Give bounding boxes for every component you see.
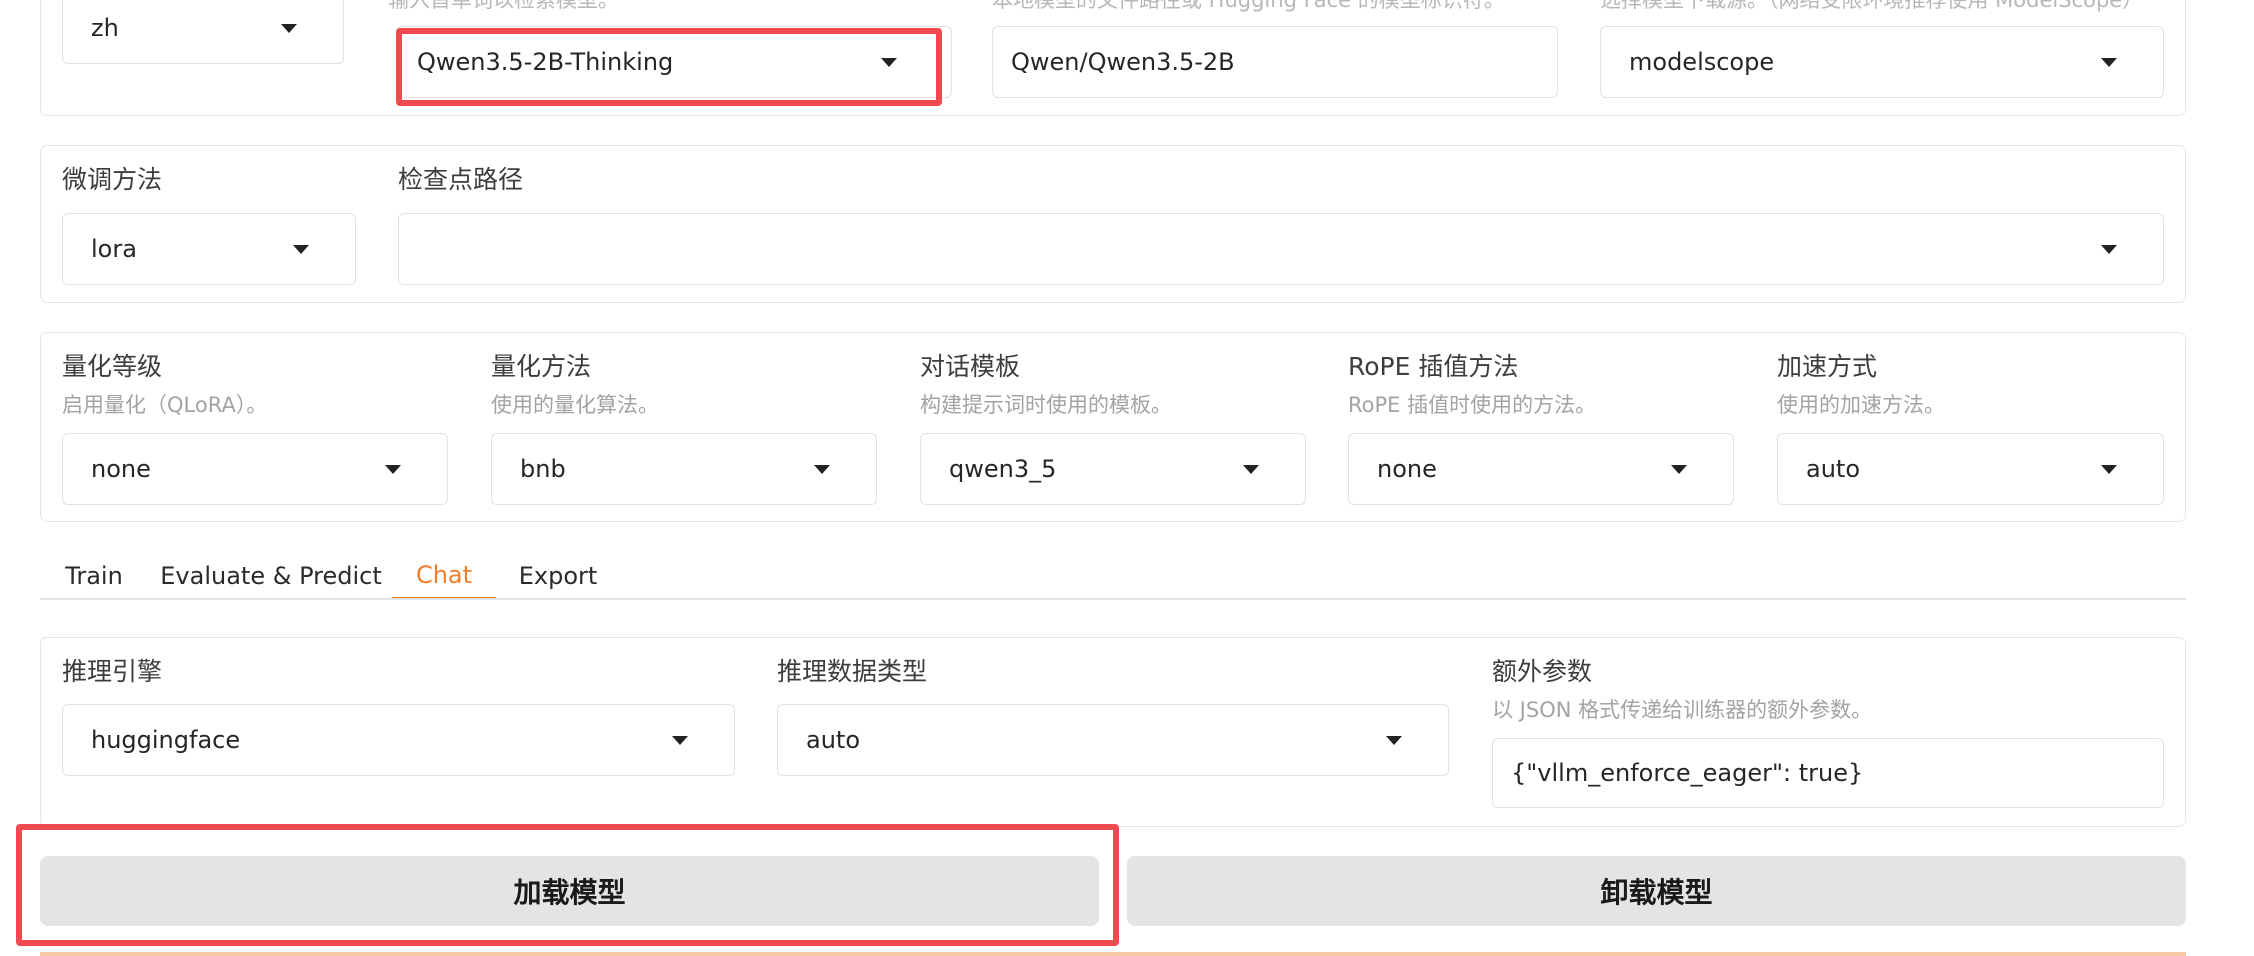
tab-export[interactable]: Export <box>514 552 602 600</box>
infer-backend-label: 推理引擎 <box>62 657 163 686</box>
template-label: 对话模板 <box>920 352 1021 381</box>
chevron-down-icon <box>2101 465 2117 474</box>
hub-info: 选择模型下载源。（网络受限环境推荐使用 ModelScope） <box>1600 0 2144 12</box>
unload-model-button[interactable]: 卸载模型 <box>1127 856 2186 926</box>
chevron-down-icon <box>293 245 309 254</box>
language-select[interactable]: zh <box>62 0 344 64</box>
rope-scaling-info: RoPE 插值时使用的方法。 <box>1348 393 1597 417</box>
rope-scaling-label: RoPE 插值方法 <box>1348 352 1519 381</box>
model-path-input[interactable]: Qwen/Qwen3.5-2B <box>992 26 1558 98</box>
rope-scaling-select[interactable]: none <box>1348 433 1734 505</box>
booster-select[interactable]: auto <box>1777 433 2164 505</box>
infer-dtype-select[interactable]: auto <box>777 704 1449 776</box>
finetune-method-value: lora <box>91 235 137 263</box>
model-name-info: 输入首单词以检索模型。 <box>388 0 619 12</box>
load-model-button[interactable]: 加载模型 <box>40 856 1099 926</box>
chevron-down-icon <box>881 58 897 67</box>
webui-page: 输入首单词以检索模型。 本地模型的文件路径或 Hugging Face 的模型标… <box>0 0 2254 956</box>
finetune-method-select[interactable]: lora <box>62 213 356 285</box>
tab-divider <box>40 598 2186 600</box>
model-path-value: Qwen/Qwen3.5-2B <box>1011 48 1235 76</box>
checkpoint-path-label: 检查点路径 <box>398 165 524 194</box>
chevron-down-icon <box>1386 736 1402 745</box>
chevron-down-icon <box>2101 58 2117 67</box>
hub-select[interactable]: modelscope <box>1600 26 2164 98</box>
hub-value: modelscope <box>1629 48 1775 76</box>
extra-args-info: 以 JSON 格式传递给训练器的额外参数。 <box>1492 698 1873 722</box>
chevron-down-icon <box>2101 245 2117 254</box>
finetune-method-label: 微调方法 <box>62 165 163 194</box>
chevron-down-icon <box>1671 465 1687 474</box>
infer-dtype-label: 推理数据类型 <box>777 657 928 686</box>
template-select[interactable]: qwen3_5 <box>920 433 1306 505</box>
infer-backend-value: huggingface <box>91 726 241 754</box>
chevron-down-icon <box>672 736 688 745</box>
status-stripe <box>40 952 2186 956</box>
model-path-info: 本地模型的文件路径或 Hugging Face 的模型标识符。 <box>992 0 1505 12</box>
tab-chat[interactable]: Chat <box>392 552 496 600</box>
chevron-down-icon <box>1243 465 1259 474</box>
booster-label: 加速方式 <box>1777 352 1878 381</box>
infer-dtype-value: auto <box>806 726 861 754</box>
extra-args-input[interactable]: {"vllm_enforce_eager": true} <box>1492 738 2164 808</box>
template-info: 构建提示词时使用的模板。 <box>920 393 1172 417</box>
model-name-select[interactable]: Qwen3.5-2B-Thinking <box>396 26 952 98</box>
quant-bit-select[interactable]: none <box>62 433 448 505</box>
model-name-value: Qwen3.5-2B-Thinking <box>417 48 674 76</box>
extra-args-label: 额外参数 <box>1492 657 1593 686</box>
tab-evaluate-predict[interactable]: Evaluate & Predict <box>160 552 381 600</box>
chevron-down-icon <box>281 24 297 33</box>
chevron-down-icon <box>814 465 830 474</box>
quant-method-select[interactable]: bnb <box>491 433 877 505</box>
checkpoint-path-select[interactable] <box>398 213 2164 285</box>
quant-method-label: 量化方法 <box>491 352 592 381</box>
booster-info: 使用的加速方法。 <box>1777 393 1945 417</box>
chevron-down-icon <box>385 465 401 474</box>
tab-train[interactable]: Train <box>56 552 132 600</box>
quant-bit-label: 量化等级 <box>62 352 163 381</box>
quant-bit-info: 启用量化（QLoRA）。 <box>62 393 268 417</box>
extra-args-value: {"vllm_enforce_eager": true} <box>1511 759 1864 787</box>
language-value: zh <box>91 14 119 42</box>
quant-method-info: 使用的量化算法。 <box>491 393 659 417</box>
infer-backend-select[interactable]: huggingface <box>62 704 735 776</box>
